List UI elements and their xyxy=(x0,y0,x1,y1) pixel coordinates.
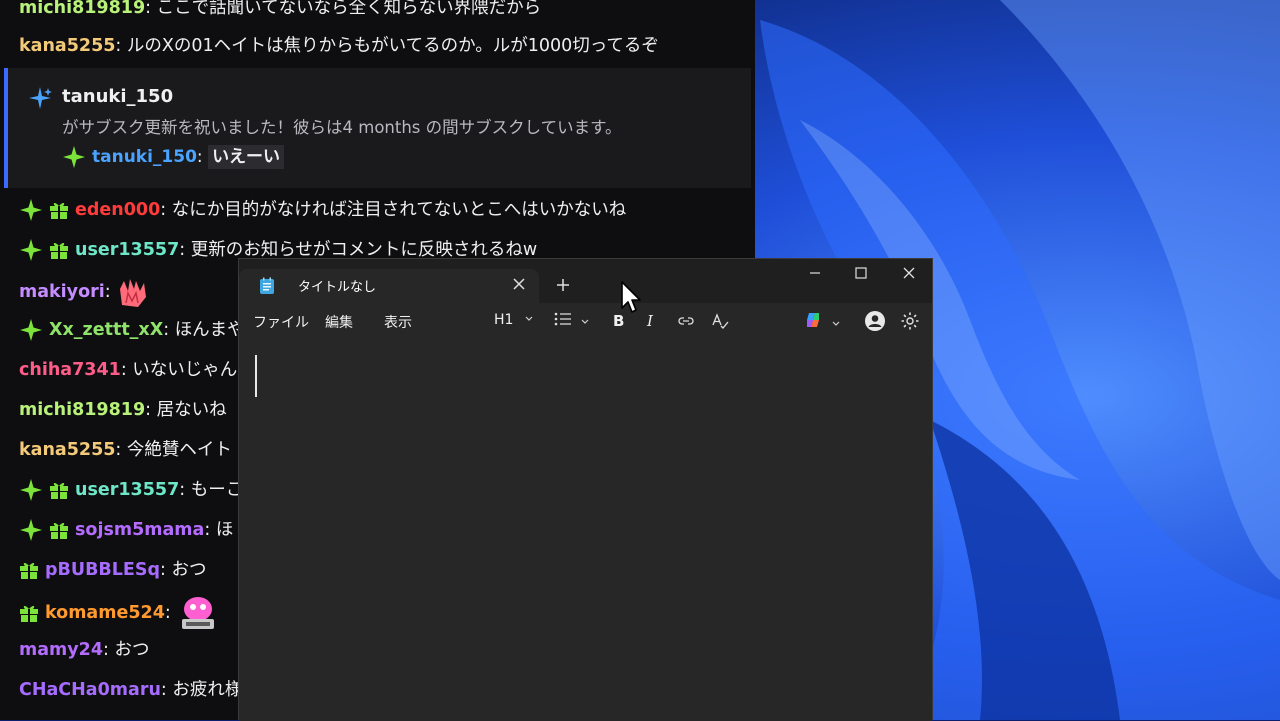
star-badge-icon xyxy=(20,319,42,341)
chat-message-text: お疲れ様 xyxy=(172,680,243,700)
gift-badge-icon xyxy=(50,242,68,259)
gift-badge-icon xyxy=(20,562,38,579)
chat-username[interactable]: michi819819 xyxy=(19,0,145,18)
mouse-cursor-icon xyxy=(621,281,641,313)
star-badge-icon xyxy=(63,146,85,168)
star-badge-icon xyxy=(20,239,42,261)
gift-badge-icon xyxy=(50,482,68,499)
chat-username[interactable]: CHaCHa0maru xyxy=(19,680,161,700)
chat-username[interactable]: tanuki_150 xyxy=(92,147,197,167)
tab-title: タイトルなし xyxy=(298,280,377,295)
list-icon xyxy=(554,312,571,326)
chat-message-text: ここで話聞いてないなら全く知らない界隈だから xyxy=(156,0,542,18)
chat-username[interactable]: user13557 xyxy=(75,480,179,500)
notepad-window: タイトルなし ファイル 編集 表示 H1 B I xyxy=(238,258,933,721)
link-icon[interactable] xyxy=(677,314,695,328)
spellcheck-icon[interactable] xyxy=(711,312,729,330)
chat-message: eden000: なにか目的がなければ注目されてないとこへはいかないね xyxy=(19,195,626,225)
copilot-icon xyxy=(807,313,819,327)
chat-message: kana5255: 今絶賛ヘイト xyxy=(19,440,232,460)
notepad-icon xyxy=(260,277,274,294)
chat-username[interactable]: michi819819 xyxy=(19,400,145,420)
chat-message-text: おつ xyxy=(171,560,207,580)
star-badge-icon xyxy=(20,479,42,501)
subscription-notice: tanuki_150 がサブスク更新を祝いました！彼らは4 months の間サ… xyxy=(4,68,751,188)
chat-message: pBUBBLESq: おつ xyxy=(19,555,206,585)
gift-badge-icon xyxy=(50,202,68,219)
heading-label: H1 xyxy=(494,312,514,328)
chat-message: komame524: xyxy=(19,595,220,629)
robot-emote xyxy=(182,597,215,629)
chat-message-text: 更新のお知らせがコメントに反映されるねw xyxy=(190,240,538,260)
new-tab-icon[interactable] xyxy=(555,277,571,293)
star-badge-icon xyxy=(20,199,42,221)
menu-bar: ファイル 編集 表示 H1 B I xyxy=(239,303,932,339)
account-icon[interactable] xyxy=(864,310,886,332)
menu-file[interactable]: ファイル xyxy=(253,312,309,332)
chat-message-text: おつ xyxy=(114,640,150,660)
chat-username[interactable]: makiyori xyxy=(19,282,105,302)
gear-icon[interactable] xyxy=(900,311,920,331)
chat-message: user13557: もーこ xyxy=(19,475,243,505)
title-bar[interactable]: タイトルなし xyxy=(239,259,932,303)
gift-badge-icon xyxy=(50,522,68,539)
chat-message: michi819819: ここで話聞いてないなら全く知らない界隈だから xyxy=(19,0,542,18)
chat-username[interactable]: user13557 xyxy=(75,240,179,260)
chat-message: mamy24: おつ xyxy=(19,640,150,660)
chat-username[interactable]: kana5255 xyxy=(19,440,115,460)
chat-message-text: ルのXの01ヘイトは焦りからもがいてるのか。ルが1000切ってるぞ xyxy=(126,36,659,56)
chat-message: sojsm5mama: ほ xyxy=(19,515,233,545)
chevron-down-icon xyxy=(525,316,533,321)
chat-username[interactable]: chiha7341 xyxy=(19,360,121,380)
menu-view[interactable]: 表示 xyxy=(384,312,412,332)
hands-emote xyxy=(120,279,147,307)
chat-message-text: いえーい xyxy=(208,145,285,169)
chat-message-text: もーこ xyxy=(190,480,244,500)
close-window-icon[interactable] xyxy=(901,265,917,281)
chat-username[interactable]: pBUBBLESq xyxy=(45,560,160,580)
sub-message: tanuki_150: いえーい xyxy=(62,142,285,169)
chat-username[interactable]: komame524 xyxy=(45,603,165,623)
list-dropdown[interactable] xyxy=(554,311,590,331)
maximize-icon[interactable] xyxy=(853,265,869,281)
italic-button[interactable]: I xyxy=(647,312,653,330)
chat-message: CHaCHa0maru: お疲れ様 xyxy=(19,680,243,700)
chat-message: kana5255: ルのXの01ヘイトは焦りからもがいてるのか。ルが1000切っ… xyxy=(19,36,659,56)
chat-message: chiha7341: いないじゃん xyxy=(19,360,238,380)
chat-message-text: いないじゃん xyxy=(132,360,238,380)
sparkle-icon xyxy=(29,87,52,109)
document-tab[interactable]: タイトルなし xyxy=(239,269,539,303)
menu-edit[interactable]: 編集 xyxy=(325,312,353,332)
chat-username[interactable]: Xx_zettt_xX xyxy=(49,320,163,340)
chat-username[interactable]: mamy24 xyxy=(19,640,103,660)
text-editor-area[interactable] xyxy=(239,339,932,721)
heading-dropdown[interactable]: H1 xyxy=(494,312,534,328)
sub-username[interactable]: tanuki_150 xyxy=(62,86,173,107)
chat-username[interactable]: kana5255 xyxy=(19,36,115,56)
chat-message: michi819819: 居ないね xyxy=(19,400,227,420)
text-caret xyxy=(255,355,257,397)
chat-message-text: ほ xyxy=(215,520,234,540)
sub-notice-text: がサブスク更新を祝いました！彼らは4 months の間サブスクしています。 xyxy=(62,118,622,137)
chat-message-text: なにか目的がなければ注目されてないとこへはいかないね xyxy=(171,200,627,220)
chevron-down-icon xyxy=(832,321,840,326)
chat-message-text: 居ないね xyxy=(156,400,227,420)
chat-message: makiyori: xyxy=(19,275,150,307)
chat-message-text: ほんまや xyxy=(174,320,245,340)
chevron-down-icon xyxy=(582,319,589,324)
close-tab-icon[interactable] xyxy=(509,274,529,294)
gift-badge-icon xyxy=(20,605,38,622)
chat-username[interactable]: eden000 xyxy=(75,200,160,220)
chat-username[interactable]: sojsm5mama xyxy=(75,520,204,540)
bold-button[interactable]: B xyxy=(613,312,624,330)
chat-message-text: 今絶賛ヘイト xyxy=(126,440,232,460)
chat-message: Xx_zettt_xX: ほんまや xyxy=(19,315,245,345)
copilot-dropdown[interactable] xyxy=(804,311,841,333)
minimize-icon[interactable] xyxy=(807,265,823,281)
star-badge-icon xyxy=(20,519,42,541)
